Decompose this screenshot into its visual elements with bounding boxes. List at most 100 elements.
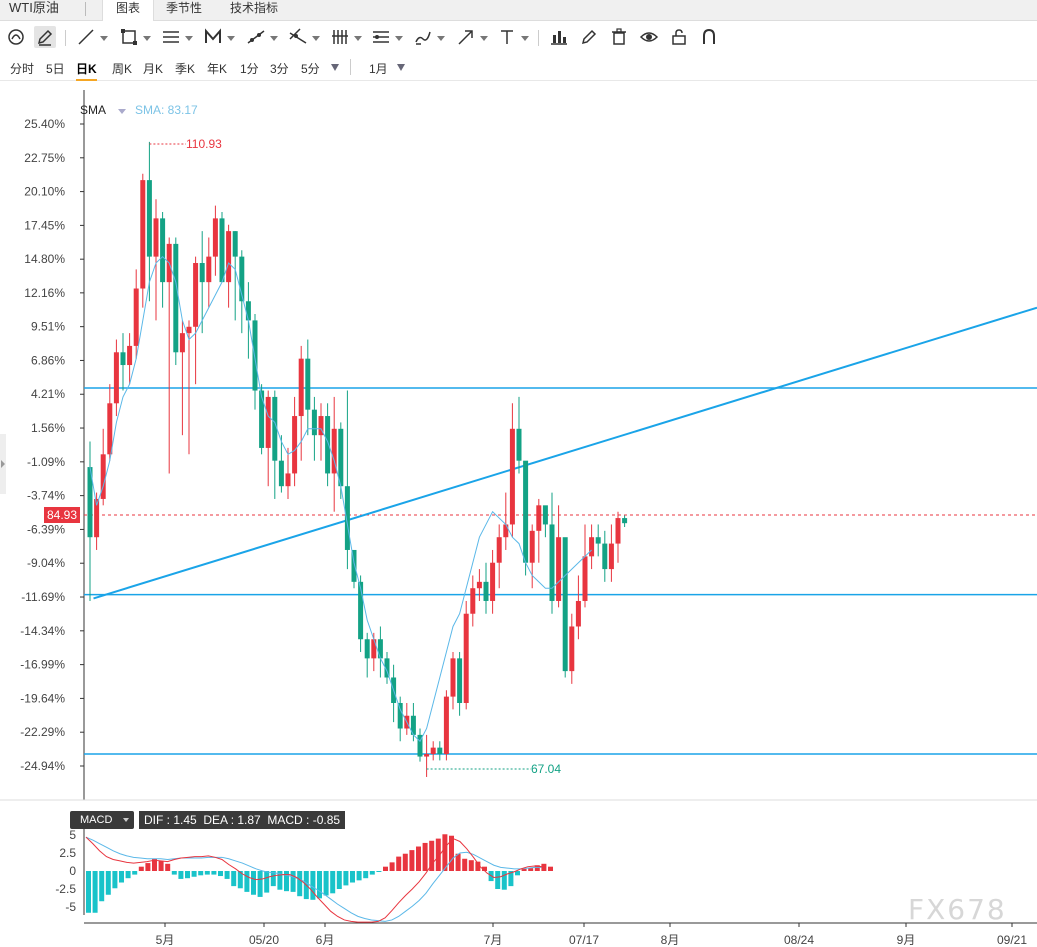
candle-body (457, 658, 463, 703)
y-tick-label: 20.10% (24, 185, 65, 199)
y-tick-label: -3.74% (27, 489, 65, 503)
y-tick-label: 12.16% (24, 286, 65, 300)
candle-body (430, 747, 436, 755)
macd-bar (317, 871, 322, 899)
macd-bar (501, 871, 507, 890)
candle-body (569, 626, 575, 672)
candle-body (424, 754, 430, 757)
macd-bar (323, 871, 329, 896)
candle-body (443, 696, 449, 755)
candle-body (536, 505, 542, 531)
macd-bar (138, 866, 144, 871)
y-tick-label: 25.40% (24, 117, 65, 131)
macd-bar (112, 871, 118, 889)
candle-body (490, 562, 496, 601)
candle-body (259, 390, 265, 448)
price-chart[interactable]: 25.40% 22.75% 20.10% 17.45% 14.80% 12.16% 9.51… (0, 0, 1037, 947)
macd-bar (145, 863, 151, 871)
candle-body (476, 581, 482, 589)
candle-body (516, 428, 522, 461)
candle-body (193, 263, 199, 327)
y-tick-label: -6.39% (27, 522, 65, 536)
macd-bar (495, 871, 501, 889)
macd-bar (218, 871, 223, 877)
candle-body (245, 301, 251, 321)
candle-body (437, 747, 443, 755)
macd-bar (257, 871, 263, 897)
sma-line (89, 255, 592, 743)
y-tick-label: -9.04% (27, 556, 65, 570)
x-tick-label: 9月 (897, 933, 916, 947)
macd-bar (171, 871, 177, 875)
macd-bar (231, 871, 237, 887)
candle-body (212, 218, 218, 257)
y-tick-label: -24.94% (20, 759, 65, 773)
y-tick-label: 4.21% (31, 387, 65, 401)
candle-body (542, 505, 548, 525)
candle-body (364, 639, 370, 659)
candle-body (140, 180, 146, 289)
candle-body (602, 543, 608, 570)
low-marker-label: 67.04 (531, 762, 562, 776)
candle-body (615, 518, 621, 544)
candle-body (608, 543, 614, 570)
candle-body (113, 352, 119, 404)
candle-body (529, 530, 535, 563)
macd-bar (284, 871, 289, 892)
macd-bar (402, 853, 408, 871)
y-tick-label: -16.99% (20, 658, 65, 672)
candle-body (206, 256, 212, 283)
macd-bar (515, 871, 520, 876)
y-tick-label: 6.86% (31, 353, 65, 367)
macd-bar (178, 871, 184, 879)
candle-body (589, 537, 595, 557)
sma-dropdown-icon[interactable] (118, 109, 126, 114)
macd-bar (363, 871, 369, 879)
macd-bar (356, 871, 362, 881)
macd-bar (132, 871, 138, 875)
x-tick-label: 09/21 (997, 933, 1027, 947)
sma-label[interactable]: SMA (80, 103, 106, 117)
candle-body (199, 263, 205, 283)
candle-body (496, 537, 502, 563)
candle-body (173, 243, 179, 353)
macd-bar (92, 871, 98, 913)
candle-body (470, 588, 476, 614)
watermark: FX678 (908, 893, 1007, 926)
macd-bar (376, 871, 382, 872)
macd-bar (336, 871, 342, 889)
candle-body (622, 518, 628, 524)
x-tick-label: 07/17 (569, 933, 599, 947)
y-tick-label: -22.29% (20, 725, 65, 739)
candle-body (153, 218, 159, 257)
macd-bar (330, 871, 336, 894)
candle-body (377, 639, 383, 659)
candle-body (107, 403, 113, 455)
candle-body (463, 613, 469, 703)
candle-body (523, 460, 529, 563)
macd-bar (198, 871, 204, 876)
macd-bar (383, 866, 388, 871)
candle-body (582, 556, 588, 601)
candle-body (450, 658, 456, 697)
y-tick-label: 14.80% (24, 252, 65, 266)
macd-bar (462, 858, 468, 871)
x-tick-label: 05/20 (249, 933, 279, 947)
macd-dropdown-icon[interactable] (123, 818, 129, 822)
candle-body (133, 288, 139, 346)
macd-bar (422, 842, 428, 871)
candle-body (483, 581, 489, 601)
macd-bar (528, 868, 534, 871)
macd-bar (455, 853, 461, 871)
candle-body (298, 358, 304, 417)
candle-body (160, 218, 166, 283)
current-price-tag: 84.93 (44, 507, 80, 523)
macd-bar (224, 871, 230, 879)
macd-bar (416, 846, 421, 871)
macd-bar (125, 871, 131, 879)
candle-body (575, 600, 581, 627)
macd-selector[interactable]: MACD (70, 811, 134, 829)
macd-bar (468, 860, 474, 871)
candle-body (120, 352, 126, 366)
y-tick-label: 9.51% (31, 320, 65, 334)
